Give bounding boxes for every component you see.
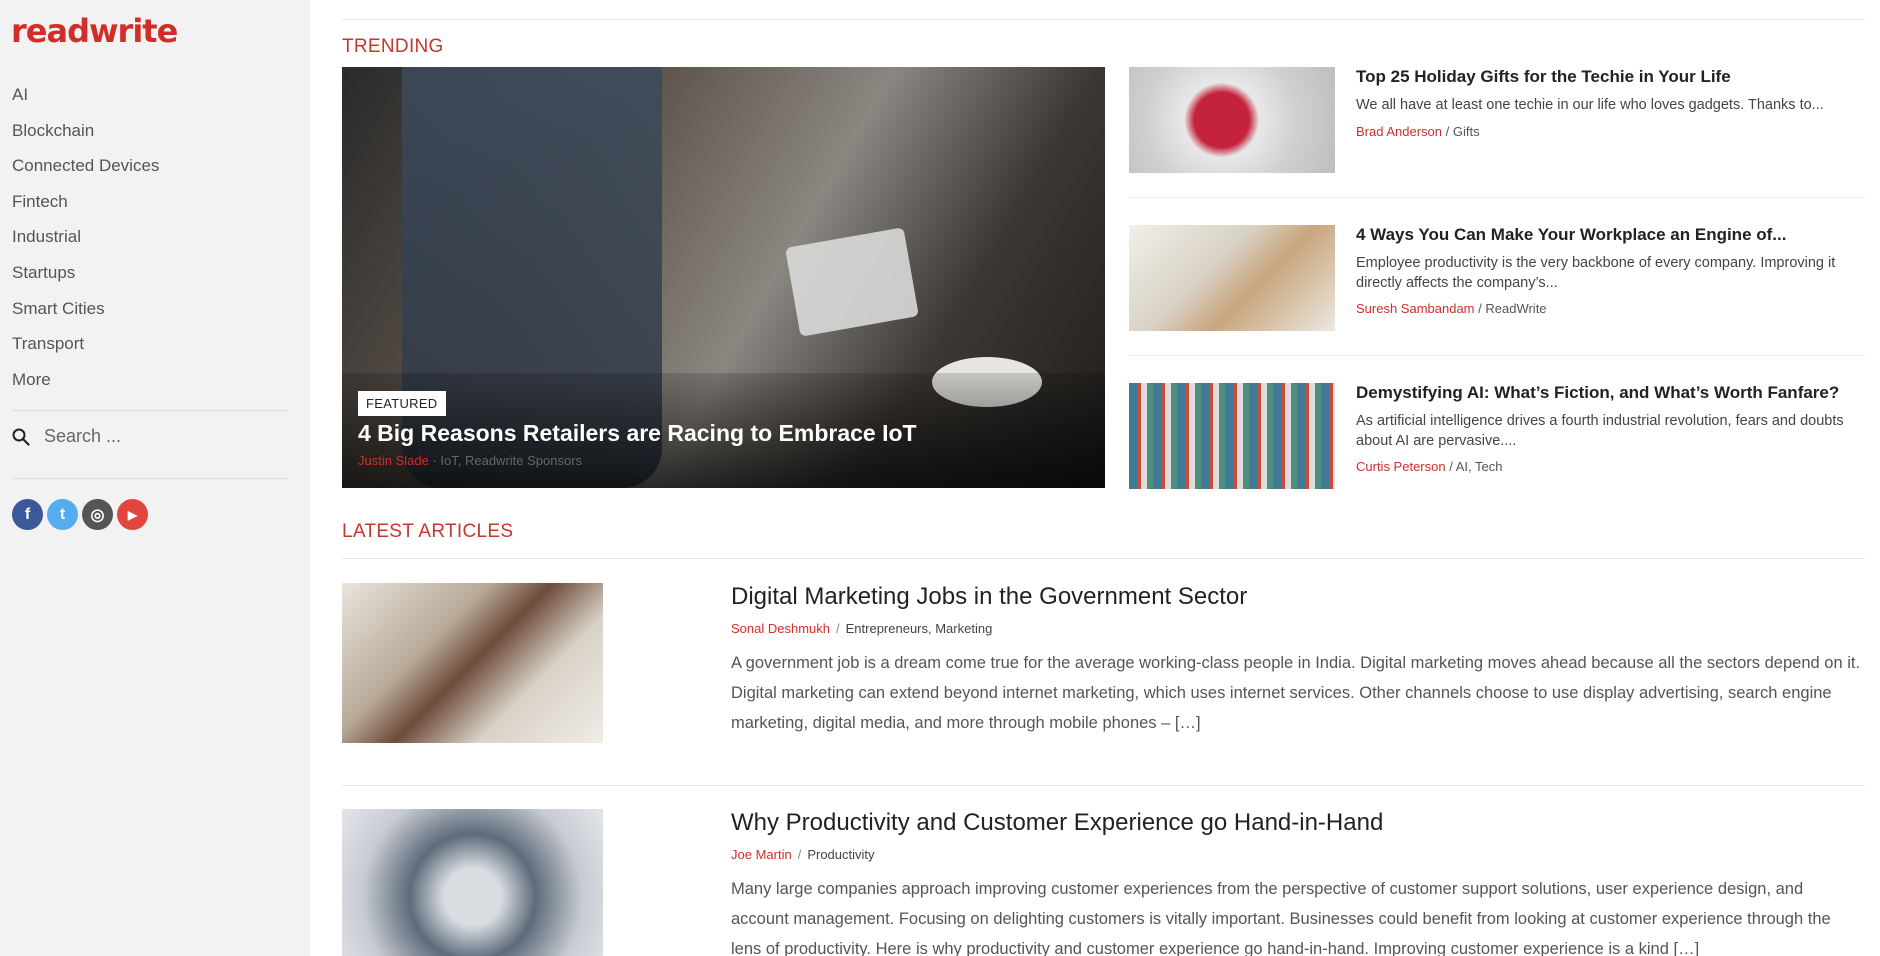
article-author[interactable]: Sonal Deshmukh xyxy=(731,621,830,636)
sidebar-item-startups[interactable]: Startups xyxy=(12,262,159,298)
trending-author[interactable]: Curtis Peterson xyxy=(1356,459,1446,474)
featured-article[interactable]: FEATURED 4 Big Reasons Retailers are Rac… xyxy=(342,67,1105,488)
trending-title[interactable]: 4 Ways You Can Make Your Workplace an En… xyxy=(1356,225,1865,245)
article-categories[interactable]: Productivity xyxy=(807,847,874,862)
trending-divider xyxy=(1129,355,1865,356)
sidebar-divider xyxy=(12,410,289,411)
trending-heading: TRENDING xyxy=(342,36,444,57)
sidebar-item-transport[interactable]: Transport xyxy=(12,333,159,369)
trending-meta: Suresh Sambandam / ReadWrite xyxy=(1356,301,1547,316)
trending-author[interactable]: Suresh Sambandam xyxy=(1356,301,1475,316)
trending-meta: Brad Anderson / Gifts xyxy=(1356,124,1480,139)
search-input[interactable] xyxy=(44,426,244,447)
article-thumbnail[interactable] xyxy=(342,583,603,743)
trending-title[interactable]: Top 25 Holiday Gifts for the Techie in Y… xyxy=(1356,67,1865,87)
article-categories[interactable]: Entrepreneurs, Marketing xyxy=(846,621,993,636)
trending-item[interactable]: Demystifying AI: What’s Fiction, and Wha… xyxy=(1129,383,1865,489)
sidebar-nav: AI Blockchain Connected Devices Fintech … xyxy=(12,84,159,404)
article-meta: Sonal Deshmukh / Entrepreneurs, Marketing xyxy=(731,621,993,636)
sidebar-divider xyxy=(12,478,289,479)
article-title[interactable]: Why Productivity and Customer Experience… xyxy=(731,809,1383,837)
trending-thumbnail[interactable] xyxy=(1129,225,1335,331)
social-links: f t ◎ ▶ xyxy=(12,499,148,530)
facebook-icon[interactable]: f xyxy=(12,499,43,530)
article-excerpt: A government job is a dream come true fo… xyxy=(731,654,1861,732)
top-divider xyxy=(342,19,1865,20)
article-excerpt: Many large companies approach improving … xyxy=(731,880,1831,956)
trending-categories[interactable]: Gifts xyxy=(1453,124,1480,139)
sidebar-item-connected-devices[interactable]: Connected Devices xyxy=(12,155,159,191)
trending-item[interactable]: Top 25 Holiday Gifts for the Techie in Y… xyxy=(1129,67,1865,173)
trending-excerpt: Employee productivity is the very backbo… xyxy=(1356,255,1836,291)
featured-badge: FEATURED xyxy=(358,391,446,416)
sidebar-item-ai[interactable]: AI xyxy=(12,84,159,120)
trending-title[interactable]: Demystifying AI: What’s Fiction, and Wha… xyxy=(1356,383,1865,403)
sidebar-item-more[interactable]: More xyxy=(12,369,159,405)
trending-categories[interactable]: ReadWrite xyxy=(1485,301,1546,316)
featured-image-tablet xyxy=(785,227,919,337)
twitter-icon[interactable]: t xyxy=(47,499,78,530)
instagram-icon[interactable]: ◎ xyxy=(82,499,113,530)
latest-divider xyxy=(342,558,1865,559)
sidebar-item-smart-cities[interactable]: Smart Cities xyxy=(12,298,159,334)
trending-excerpt: We all have at least one techie in our l… xyxy=(1356,97,1824,113)
featured-author[interactable]: Justin Slade xyxy=(358,453,429,468)
featured-meta: Justin Slade · IoT, Readwrite Sponsors xyxy=(358,453,583,468)
trending-divider xyxy=(1129,197,1865,198)
article-divider xyxy=(342,785,1865,786)
article-title[interactable]: Digital Marketing Jobs in the Government… xyxy=(731,583,1247,611)
trending-meta: Curtis Peterson / AI, Tech xyxy=(1356,459,1503,474)
trending-excerpt: As artificial intelligence drives a four… xyxy=(1356,413,1844,449)
trending-item[interactable]: 4 Ways You Can Make Your Workplace an En… xyxy=(1129,225,1865,331)
article-author[interactable]: Joe Martin xyxy=(731,847,792,862)
sidebar-item-industrial[interactable]: Industrial xyxy=(12,226,159,262)
featured-title[interactable]: 4 Big Reasons Retailers are Racing to Em… xyxy=(358,420,917,447)
search-bar xyxy=(12,426,244,447)
featured-categories[interactable]: IoT, Readwrite Sponsors xyxy=(440,453,582,468)
trending-categories[interactable]: AI, Tech xyxy=(1456,459,1503,474)
trending-thumbnail[interactable] xyxy=(1129,383,1335,489)
article-thumbnail[interactable] xyxy=(342,809,603,956)
sidebar-item-blockchain[interactable]: Blockchain xyxy=(12,120,159,156)
youtube-icon[interactable]: ▶ xyxy=(117,499,148,530)
readwrite-logo[interactable]: readwrite xyxy=(11,12,178,50)
sidebar-item-fintech[interactable]: Fintech xyxy=(12,191,159,227)
trending-thumbnail[interactable] xyxy=(1129,67,1335,173)
latest-heading: LATEST ARTICLES xyxy=(342,521,514,542)
sidebar: readwrite AI Blockchain Connected Device… xyxy=(0,0,310,956)
search-icon[interactable] xyxy=(12,428,30,446)
trending-author[interactable]: Brad Anderson xyxy=(1356,124,1442,139)
article-meta: Joe Martin / Productivity xyxy=(731,847,875,862)
